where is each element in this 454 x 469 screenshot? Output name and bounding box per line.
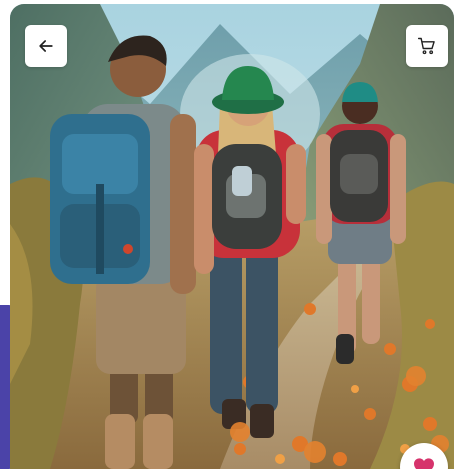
heart-icon — [414, 458, 434, 469]
hikers-on-trail-photo — [10, 4, 454, 469]
cart-button[interactable] — [406, 25, 448, 67]
hero-photo-illustration — [10, 4, 454, 469]
shopping-cart-icon — [417, 37, 435, 55]
arrow-left-icon — [39, 40, 53, 52]
activity-detail-screen — [0, 0, 454, 469]
back-button[interactable] — [25, 25, 67, 67]
